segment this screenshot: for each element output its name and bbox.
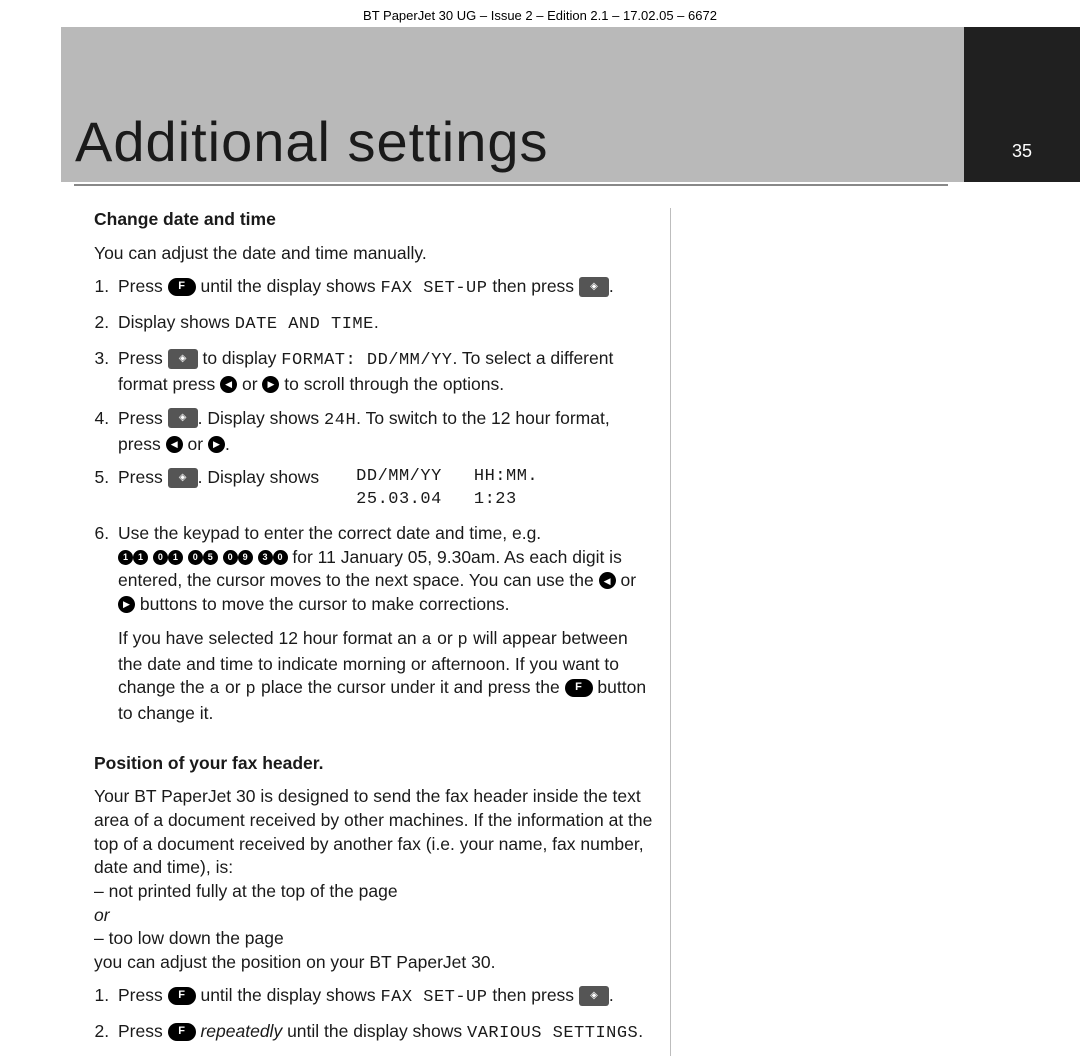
step-4: Press . Display shows 24H. To switch to … xyxy=(114,407,654,457)
lcd-text: VARIOUS SETTINGS xyxy=(467,1024,638,1043)
step-3: Press to display FORMAT: DD/MM/YY. To se… xyxy=(114,347,654,397)
keypad-key-icon: 1 xyxy=(168,550,183,565)
keypad-key-icon: 5 xyxy=(203,550,218,565)
lcd-text: FORMAT: DD/MM/YY xyxy=(281,351,452,370)
step-2: Display shows DATE AND TIME. xyxy=(114,311,654,337)
keypad-key-icon: 1 xyxy=(133,550,148,565)
f-button-icon: F xyxy=(565,679,593,697)
section-heading-fax-header: Position of your fax header. xyxy=(94,752,654,776)
divider-rule xyxy=(74,182,948,186)
main-column: Change date and time You can adjust the … xyxy=(94,208,654,1056)
steps-list-fax-header: Press F until the display shows FAX SET-… xyxy=(94,984,654,1046)
step-1: Press F until the display shows FAX SET-… xyxy=(114,984,654,1010)
italic-repeatedly: repeatedly xyxy=(196,1021,283,1041)
lcd-text: p xyxy=(458,631,469,650)
step-1: Press F until the display shows FAX SET-… xyxy=(114,275,654,301)
start-button-icon xyxy=(168,349,198,369)
lcd-text: FAX SET-UP xyxy=(380,988,487,1007)
page-title: Additional settings xyxy=(75,109,549,174)
right-arrow-icon xyxy=(118,596,135,613)
lcd-text: p xyxy=(245,680,256,699)
column-divider xyxy=(670,208,671,1056)
f-button-icon: F xyxy=(168,987,196,1005)
keypad-key-icon: 0 xyxy=(188,550,203,565)
section2-body: Your BT PaperJet 30 is designed to send … xyxy=(94,785,654,974)
steps-list-change-date: Press F until the display shows FAX SET-… xyxy=(94,275,654,726)
right-arrow-icon xyxy=(262,376,279,393)
start-button-icon xyxy=(168,468,198,488)
italic-or: or xyxy=(94,904,654,928)
f-button-icon: F xyxy=(168,1023,196,1041)
start-button-icon xyxy=(579,277,609,297)
step-2: Press F repeatedly until the display sho… xyxy=(114,1020,654,1046)
lcd-text: a xyxy=(422,631,433,650)
start-button-icon xyxy=(579,986,609,1006)
intro-text: You can adjust the date and time manuall… xyxy=(94,242,654,266)
lcd-text: a xyxy=(209,680,220,699)
lcd-text: FAX SET-UP xyxy=(380,279,487,298)
left-arrow-icon xyxy=(599,572,616,589)
step-6-note: If you have selected 12 hour format an a… xyxy=(118,627,654,726)
step-6: Use the keypad to enter the correct date… xyxy=(114,522,654,726)
keypad-key-icon: 3 xyxy=(258,550,273,565)
keypad-sequence: 11 01 05 09 30 xyxy=(118,547,292,567)
section-heading-change-date: Change date and time xyxy=(94,208,654,232)
page-number: 35 xyxy=(964,27,1080,182)
f-button-icon: F xyxy=(168,278,196,296)
lcd-text: DATE AND TIME xyxy=(235,315,374,334)
lcd-text: 24H xyxy=(324,411,356,430)
keypad-key-icon: 0 xyxy=(223,550,238,565)
keypad-key-icon: 1 xyxy=(118,550,133,565)
lcd-display-block: DD/MM/YY HH:MM. 25.03.04 1:23 xyxy=(324,466,538,512)
keypad-key-icon: 0 xyxy=(273,550,288,565)
keypad-key-icon: 0 xyxy=(153,550,168,565)
left-arrow-icon xyxy=(166,436,183,453)
page-banner: Additional settings 35 xyxy=(0,27,1080,182)
doc-meta: BT PaperJet 30 UG – Issue 2 – Edition 2.… xyxy=(0,0,1080,27)
keypad-key-icon: 9 xyxy=(238,550,253,565)
start-button-icon xyxy=(168,408,198,428)
step-5: Press . Display shows DD/MM/YY HH:MM. 25… xyxy=(114,466,654,512)
left-arrow-icon xyxy=(220,376,237,393)
right-arrow-icon xyxy=(208,436,225,453)
